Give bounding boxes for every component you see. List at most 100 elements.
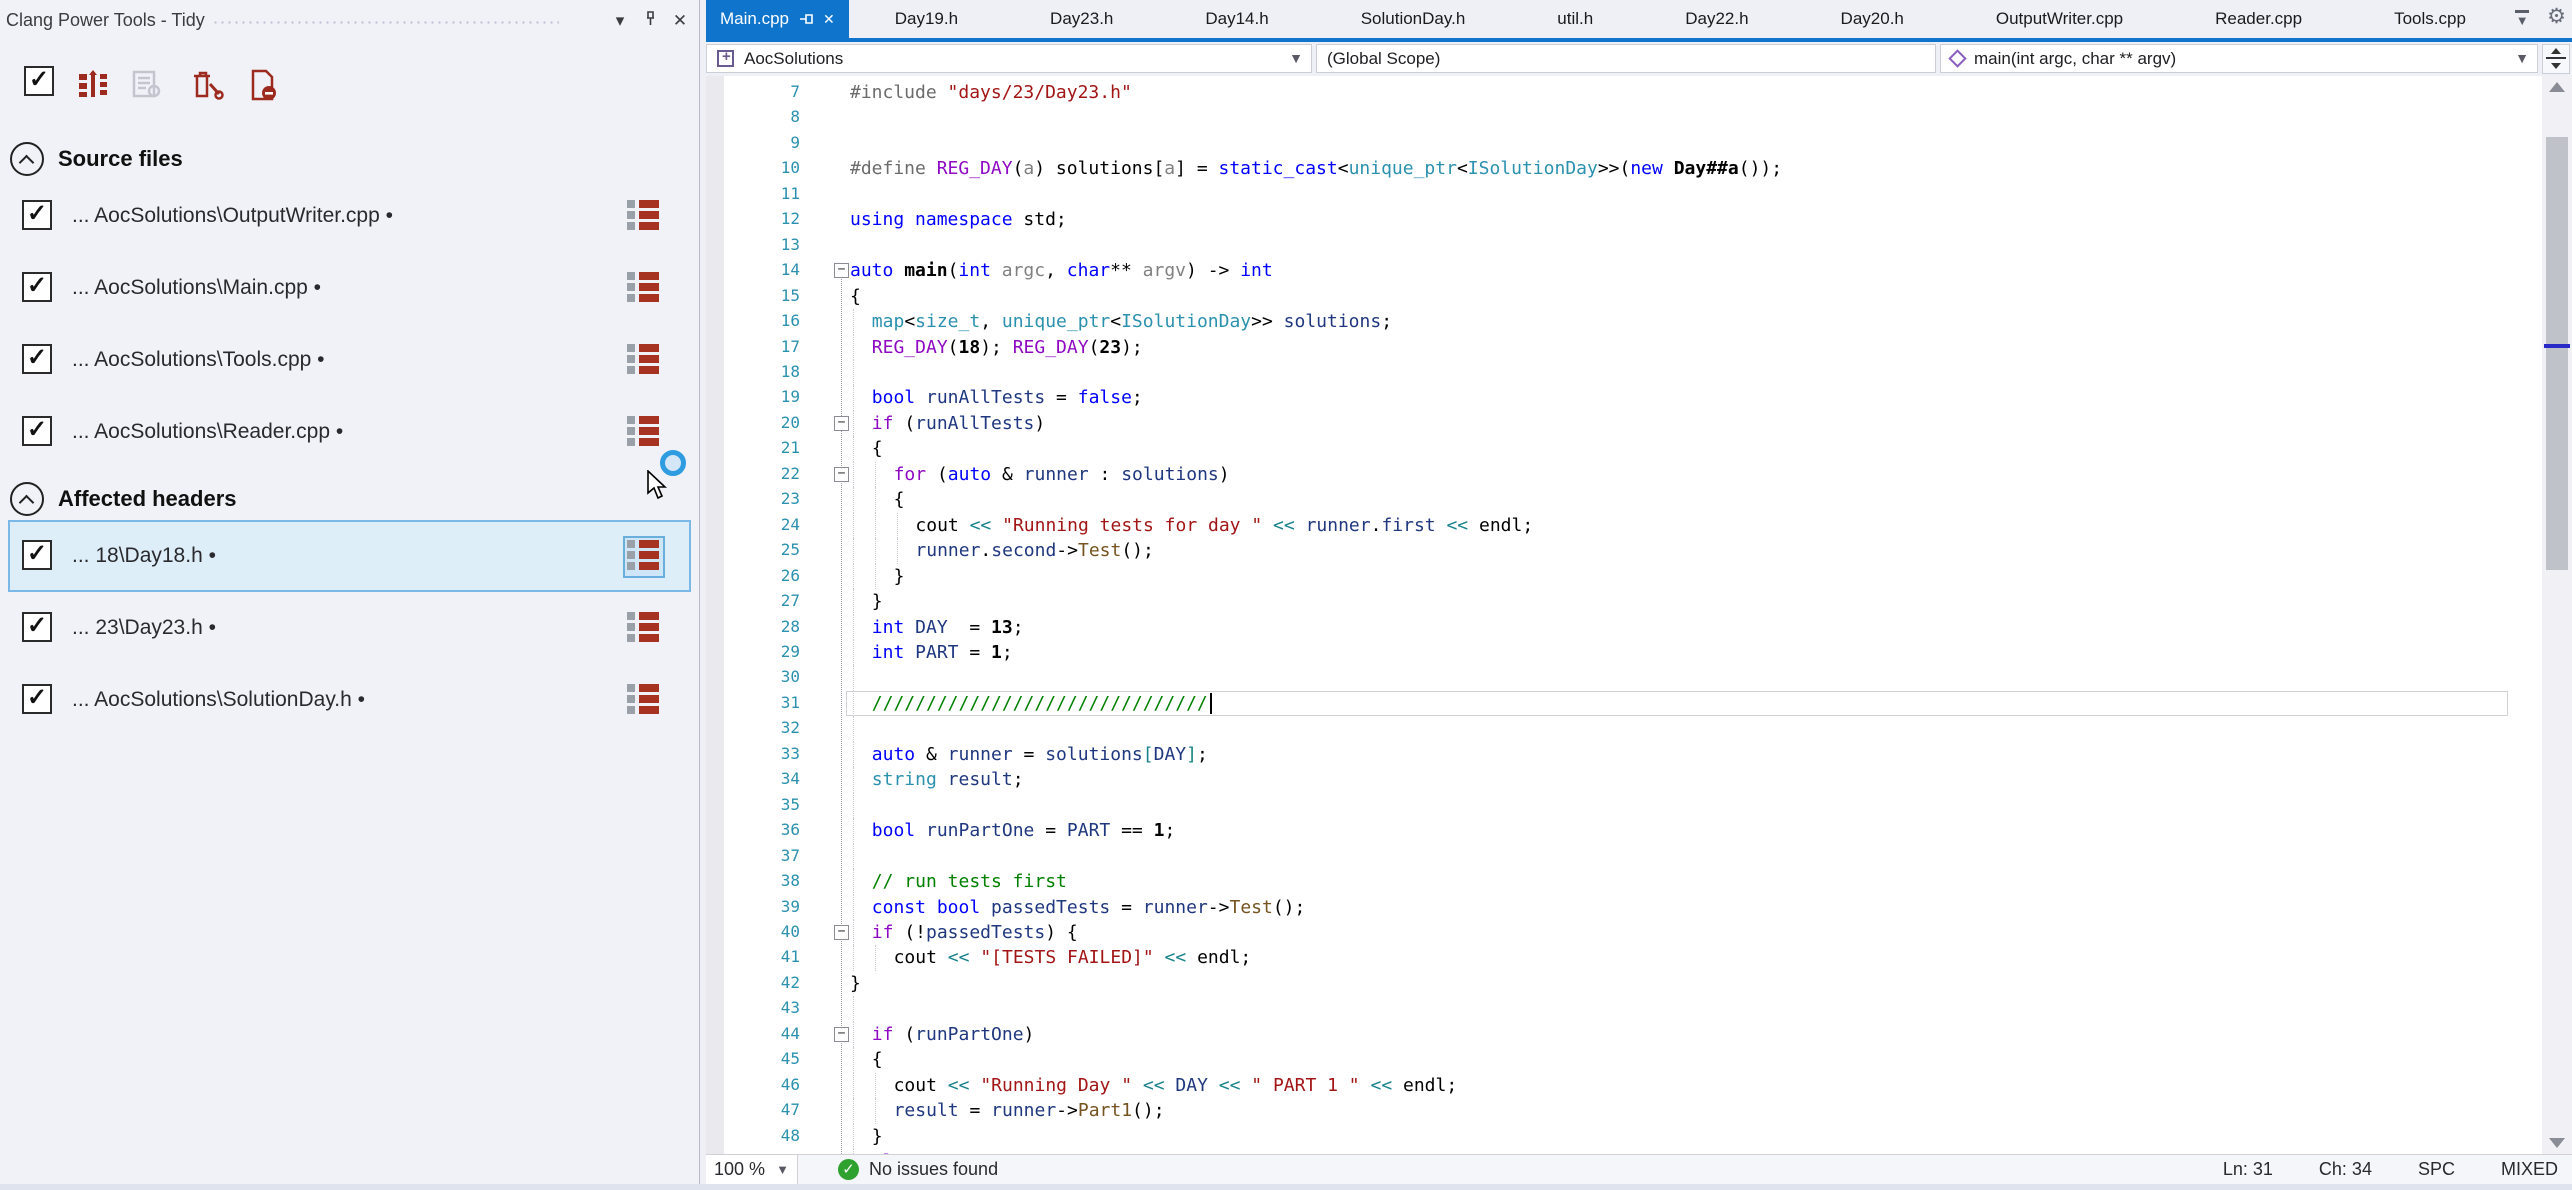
code-line-39[interactable]: 39const bool passedTests = runner->Test(… bbox=[706, 895, 2542, 920]
tab-day22.h[interactable]: Day22.h bbox=[1639, 0, 1794, 38]
tidy-details-icon[interactable] bbox=[625, 414, 663, 452]
select-all-checkbox[interactable] bbox=[24, 66, 54, 96]
code-line-23[interactable]: 23{ bbox=[706, 487, 2542, 512]
code-line-11[interactable]: 11 bbox=[706, 182, 2542, 207]
tab-main.cpp[interactable]: Main.cpp✕ bbox=[706, 0, 849, 38]
code-line-33[interactable]: 33auto & runner = solutions[DAY]; bbox=[706, 742, 2542, 767]
fold-collapse-box[interactable]: − bbox=[834, 1027, 849, 1042]
project-dropdown[interactable]: AocSolutions ▼ bbox=[706, 44, 1312, 73]
code-line-13[interactable]: 13 bbox=[706, 233, 2542, 258]
file-checkbox[interactable] bbox=[22, 200, 52, 230]
scroll-down-arrow[interactable] bbox=[2549, 1138, 2565, 1148]
scrollbar-thumb[interactable] bbox=[2546, 137, 2568, 570]
tab-tools.cpp[interactable]: Tools.cpp bbox=[2348, 0, 2512, 38]
window-position-menu-icon[interactable]: ▾ bbox=[607, 8, 633, 34]
indent-mode-indicator[interactable]: MIXED bbox=[2501, 1159, 2558, 1180]
fold-collapse-box[interactable]: − bbox=[834, 467, 849, 482]
code-line-47[interactable]: 47result = runner->Part1(); bbox=[706, 1098, 2542, 1123]
code-line-15[interactable]: 15{ bbox=[706, 284, 2542, 309]
code-line-29[interactable]: 29int PART = 1; bbox=[706, 640, 2542, 665]
code-line-30[interactable]: 30 bbox=[706, 665, 2542, 690]
member-dropdown[interactable]: main(int argc, char ** argv) ▼ bbox=[1940, 44, 2538, 73]
close-icon[interactable]: ✕ bbox=[667, 8, 693, 34]
code-line-17[interactable]: 17REG_DAY(18); REG_DAY(23); bbox=[706, 335, 2542, 360]
tab-day20.h[interactable]: Day20.h bbox=[1795, 0, 1950, 38]
file-row[interactable]: ... AocSolutions\Main.cpp • bbox=[8, 252, 691, 324]
split-editor-handle[interactable] bbox=[2542, 44, 2570, 74]
scope-dropdown[interactable]: (Global Scope) bbox=[1316, 44, 1936, 73]
panel-title-bar[interactable]: Clang Power Tools - Tidy ▾ ✕ bbox=[0, 0, 699, 44]
file-row[interactable]: ... 18\Day18.h • bbox=[8, 520, 691, 592]
file-checkbox[interactable] bbox=[22, 344, 52, 374]
tab-util.h[interactable]: util.h bbox=[1511, 0, 1639, 38]
code-line-24[interactable]: 24cout << "Running tests for day " << ru… bbox=[706, 513, 2542, 538]
code-line-35[interactable]: 35 bbox=[706, 793, 2542, 818]
tidy-details-icon[interactable] bbox=[625, 270, 663, 308]
file-row[interactable]: ... 23\Day23.h • bbox=[8, 592, 691, 664]
tab-day19.h[interactable]: Day19.h bbox=[849, 0, 1004, 38]
spaces-indicator[interactable]: SPC bbox=[2418, 1159, 2455, 1180]
code-line-37[interactable]: 37 bbox=[706, 844, 2542, 869]
code-line-16[interactable]: 16map<size_t, unique_ptr<ISolutionDay>> … bbox=[706, 309, 2542, 334]
collapse-chevron-icon[interactable] bbox=[10, 142, 44, 176]
code-line-42[interactable]: 42} bbox=[706, 971, 2542, 996]
tidy-fix-icon[interactable] bbox=[188, 68, 224, 102]
code-line-45[interactable]: 45{ bbox=[706, 1047, 2542, 1072]
file-row[interactable]: ... AocSolutions\Tools.cpp • bbox=[8, 324, 691, 396]
code-line-44[interactable]: 44−if (runPartOne) bbox=[706, 1022, 2542, 1047]
tidy-details-icon[interactable] bbox=[625, 682, 663, 720]
close-icon[interactable]: ✕ bbox=[823, 11, 835, 28]
gear-icon[interactable]: ⚙ bbox=[2547, 6, 2566, 28]
fold-collapse-box[interactable]: − bbox=[834, 925, 849, 940]
remove-file-icon[interactable] bbox=[246, 68, 280, 102]
file-checkbox[interactable] bbox=[22, 416, 52, 446]
panel-drag-grip[interactable] bbox=[212, 19, 559, 27]
code-line-27[interactable]: 27} bbox=[706, 589, 2542, 614]
code-line-14[interactable]: 14−auto main(int argc, char** argv) -> i… bbox=[706, 258, 2542, 283]
file-checkbox[interactable] bbox=[22, 612, 52, 642]
code-line-19[interactable]: 19bool runAllTests = false; bbox=[706, 385, 2542, 410]
code-line-28[interactable]: 28int DAY = 13; bbox=[706, 615, 2542, 640]
code-line-22[interactable]: 22−for (auto & runner : solutions) bbox=[706, 462, 2542, 487]
code-line-38[interactable]: 38// run tests first bbox=[706, 869, 2542, 894]
code-line-20[interactable]: 20−if (runAllTests) bbox=[706, 411, 2542, 436]
tidy-settings-icon[interactable] bbox=[76, 68, 110, 102]
tab-solutionday.h[interactable]: SolutionDay.h bbox=[1315, 0, 1512, 38]
file-row[interactable]: ... AocSolutions\SolutionDay.h • bbox=[8, 664, 691, 736]
code-line-18[interactable]: 18 bbox=[706, 360, 2542, 385]
collapse-chevron-icon[interactable] bbox=[10, 482, 44, 516]
scroll-up-arrow[interactable] bbox=[2549, 82, 2565, 92]
code-line-8[interactable]: 8 bbox=[706, 105, 2542, 130]
code-line-9[interactable]: 9 bbox=[706, 131, 2542, 156]
pin-icon[interactable] bbox=[799, 12, 813, 26]
column-indicator[interactable]: Ch: 34 bbox=[2319, 1159, 2372, 1180]
code-line-12[interactable]: 12using namespace std; bbox=[706, 207, 2542, 232]
file-row[interactable]: ... AocSolutions\OutputWriter.cpp • bbox=[8, 180, 691, 252]
tidy-details-icon[interactable] bbox=[625, 538, 663, 576]
tab-overflow-icon[interactable]: ▼ bbox=[2513, 10, 2531, 25]
code-line-34[interactable]: 34string result; bbox=[706, 767, 2542, 792]
fold-collapse-box[interactable]: − bbox=[834, 416, 849, 431]
code-line-21[interactable]: 21{ bbox=[706, 436, 2542, 461]
zoom-selector[interactable]: 100 % ▼ bbox=[706, 1155, 798, 1184]
code-line-41[interactable]: 41cout << "[TESTS FAILED]" << endl; bbox=[706, 945, 2542, 970]
tab-reader.cpp[interactable]: Reader.cpp bbox=[2169, 0, 2348, 38]
vertical-scrollbar[interactable] bbox=[2542, 76, 2572, 1154]
tidy-details-icon[interactable] bbox=[625, 610, 663, 648]
file-row[interactable]: ... AocSolutions\Reader.cpp • bbox=[8, 396, 691, 468]
code-line-46[interactable]: 46cout << "Running Day " << DAY << " PAR… bbox=[706, 1073, 2542, 1098]
fold-collapse-box[interactable]: − bbox=[834, 263, 849, 278]
code-line-10[interactable]: 10#define REG_DAY(a) solutions[a] = stat… bbox=[706, 156, 2542, 181]
file-checkbox[interactable] bbox=[22, 540, 52, 570]
tab-day23.h[interactable]: Day23.h bbox=[1004, 0, 1159, 38]
line-indicator[interactable]: Ln: 31 bbox=[2223, 1159, 2273, 1180]
code-line-31[interactable]: 31/////////////////////////////// bbox=[706, 691, 2542, 716]
code-line-7[interactable]: 7#include "days/23/Day23.h" bbox=[706, 80, 2542, 105]
file-checkbox[interactable] bbox=[22, 272, 52, 302]
code-line-48[interactable]: 48} bbox=[706, 1124, 2542, 1149]
file-checkbox[interactable] bbox=[22, 684, 52, 714]
tidy-details-icon[interactable] bbox=[625, 342, 663, 380]
code-line-26[interactable]: 26} bbox=[706, 564, 2542, 589]
section-header-affected-headers[interactable]: Affected headers bbox=[10, 482, 699, 516]
code-line-32[interactable]: 32 bbox=[706, 716, 2542, 741]
